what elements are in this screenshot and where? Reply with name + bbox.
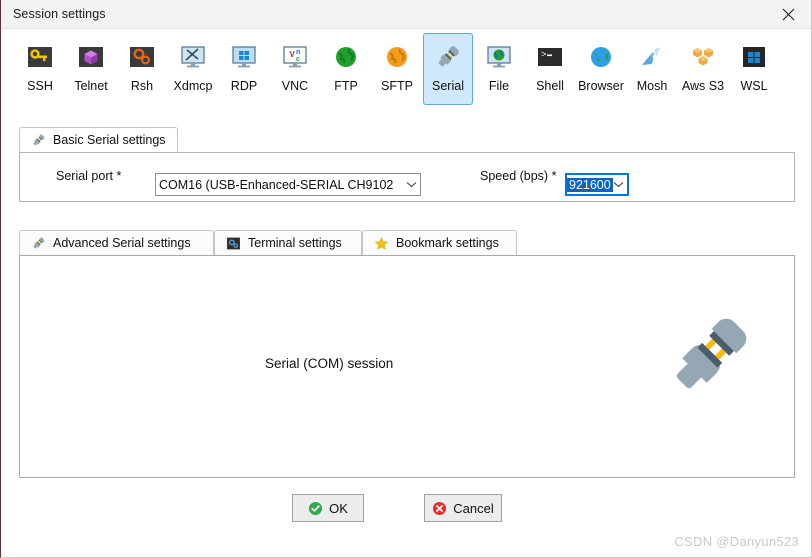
chevron-down-icon[interactable] bbox=[402, 181, 420, 188]
protocol-mosh[interactable]: Mosh bbox=[627, 33, 677, 105]
protocol-mosh-label: Mosh bbox=[636, 79, 668, 93]
wsl-windows-icon bbox=[737, 40, 771, 74]
protocol-shell-label: Shell bbox=[536, 79, 564, 93]
basic-settings-panel: Serial port * COM16 (USB-Enhanced-SERIAL… bbox=[19, 152, 795, 202]
protocol-ssh-label: SSH bbox=[27, 79, 53, 93]
protocol-serial[interactable]: Serial bbox=[423, 33, 473, 105]
svg-text:V: V bbox=[290, 50, 296, 59]
protocol-ssh[interactable]: SSH bbox=[15, 33, 65, 105]
protocol-serial-label: Serial bbox=[432, 79, 464, 93]
rdp-windows-icon bbox=[227, 40, 261, 74]
tab-bookmark-settings-label: Bookmark settings bbox=[396, 236, 499, 250]
tab-advanced-serial-settings-label: Advanced Serial settings bbox=[53, 236, 191, 250]
serial-plug-icon bbox=[431, 40, 465, 74]
mosh-dish-icon bbox=[635, 40, 669, 74]
telnet-cube-icon bbox=[74, 40, 108, 74]
serial-port-combo[interactable]: COM16 (USB-Enhanced-SERIAL CH9102 bbox=[155, 173, 421, 196]
protocol-xdmcp-label: Xdmcp bbox=[173, 79, 213, 93]
cancel-button[interactable]: Cancel bbox=[424, 494, 502, 522]
protocol-ftp-label: FTP bbox=[334, 79, 358, 93]
aws-s3-buckets-icon bbox=[686, 40, 720, 74]
basic-settings-fields: Serial port * COM16 (USB-Enhanced-SERIAL… bbox=[20, 153, 794, 201]
serial-port-label: Serial port * bbox=[56, 169, 122, 183]
protocol-rdp[interactable]: RDP bbox=[219, 33, 269, 105]
ssh-key-icon bbox=[23, 40, 57, 74]
chevron-down-icon[interactable] bbox=[613, 181, 627, 188]
window-title: Session settings bbox=[13, 7, 106, 21]
protocol-shell[interactable]: > Shell bbox=[525, 33, 575, 105]
check-circle-icon bbox=[308, 501, 323, 516]
browser-globe-icon bbox=[584, 40, 618, 74]
vnc-monitor-icon: V n c bbox=[278, 40, 312, 74]
protocol-rsh-label: Rsh bbox=[130, 79, 154, 93]
tab-basic-serial-settings-label: Basic Serial settings bbox=[53, 133, 166, 147]
close-button[interactable] bbox=[765, 0, 811, 28]
protocol-wsl-label: WSL bbox=[740, 79, 768, 93]
protocol-browser[interactable]: Browser bbox=[576, 33, 626, 105]
ok-button-label: OK bbox=[329, 500, 348, 516]
serial-plug-icon bbox=[31, 133, 46, 148]
protocol-vnc-label: VNC bbox=[281, 79, 309, 93]
terminal-gears-icon bbox=[226, 236, 241, 251]
xdmcp-monitor-icon bbox=[176, 40, 210, 74]
watermark: CSDN @Danyun523 bbox=[674, 534, 799, 549]
tab-advanced-serial-settings[interactable]: Advanced Serial settings bbox=[19, 230, 214, 255]
protocol-vnc[interactable]: V n c VNC bbox=[270, 33, 320, 105]
protocol-file-label: File bbox=[488, 79, 510, 93]
protocol-telnet-label: Telnet bbox=[74, 79, 108, 93]
session-type-text: Serial (COM) session bbox=[265, 356, 394, 371]
title-bar: Session settings bbox=[1, 0, 811, 29]
serial-plug-large-icon bbox=[664, 311, 754, 401]
sftp-globe-icon bbox=[380, 40, 414, 74]
protocol-toolbar: SSH Telnet Rsh Xdmcp RDP V n c VNC FTP S… bbox=[1, 29, 811, 113]
session-settings-dialog: Session settings SSH Telnet Rsh Xdmcp RD… bbox=[0, 0, 812, 558]
protocol-sftp-label: SFTP bbox=[381, 79, 413, 93]
file-monitor-icon bbox=[482, 40, 516, 74]
close-icon bbox=[782, 8, 794, 20]
rsh-gears-icon bbox=[125, 40, 159, 74]
protocol-ftp[interactable]: FTP bbox=[321, 33, 371, 105]
tab-bookmark-settings[interactable]: Bookmark settings bbox=[362, 230, 517, 255]
serial-plug-icon bbox=[31, 236, 46, 251]
protocol-wsl[interactable]: WSL bbox=[729, 33, 779, 105]
protocol-aws-s3-label: Aws S3 bbox=[681, 79, 725, 93]
protocol-telnet[interactable]: Telnet bbox=[66, 33, 116, 105]
svg-text:n: n bbox=[296, 49, 300, 56]
serial-session-panel: Serial (COM) session bbox=[19, 255, 795, 478]
protocol-file[interactable]: File bbox=[474, 33, 524, 105]
protocol-aws-s3[interactable]: Aws S3 bbox=[678, 33, 728, 105]
tab-basic-serial-settings[interactable]: Basic Serial settings bbox=[19, 127, 178, 152]
speed-value[interactable]: 921600 bbox=[567, 177, 613, 192]
protocol-sftp[interactable]: SFTP bbox=[372, 33, 422, 105]
star-icon bbox=[374, 236, 389, 251]
serial-port-value: COM16 (USB-Enhanced-SERIAL CH9102 bbox=[159, 177, 394, 192]
tab-terminal-settings-label: Terminal settings bbox=[248, 236, 342, 250]
protocol-browser-label: Browser bbox=[578, 79, 624, 93]
lower-tab-strip: Advanced Serial settings Terminal settin… bbox=[19, 230, 795, 256]
svg-text:c: c bbox=[296, 56, 300, 63]
cancel-button-label: Cancel bbox=[453, 500, 494, 516]
tab-terminal-settings[interactable]: Terminal settings bbox=[214, 230, 362, 255]
protocol-rsh[interactable]: Rsh bbox=[117, 33, 167, 105]
basic-tab-strip: Basic Serial settings bbox=[19, 127, 795, 153]
protocol-xdmcp[interactable]: Xdmcp bbox=[168, 33, 218, 105]
speed-combo[interactable]: 921600 bbox=[565, 173, 629, 196]
svg-text:>: > bbox=[541, 50, 546, 60]
protocol-rdp-label: RDP bbox=[230, 79, 258, 93]
cross-circle-icon bbox=[432, 501, 447, 516]
shell-terminal-icon: > bbox=[533, 40, 567, 74]
speed-label: Speed (bps) * bbox=[480, 169, 557, 183]
ok-button[interactable]: OK bbox=[292, 494, 364, 522]
ftp-globe-icon bbox=[329, 40, 363, 74]
